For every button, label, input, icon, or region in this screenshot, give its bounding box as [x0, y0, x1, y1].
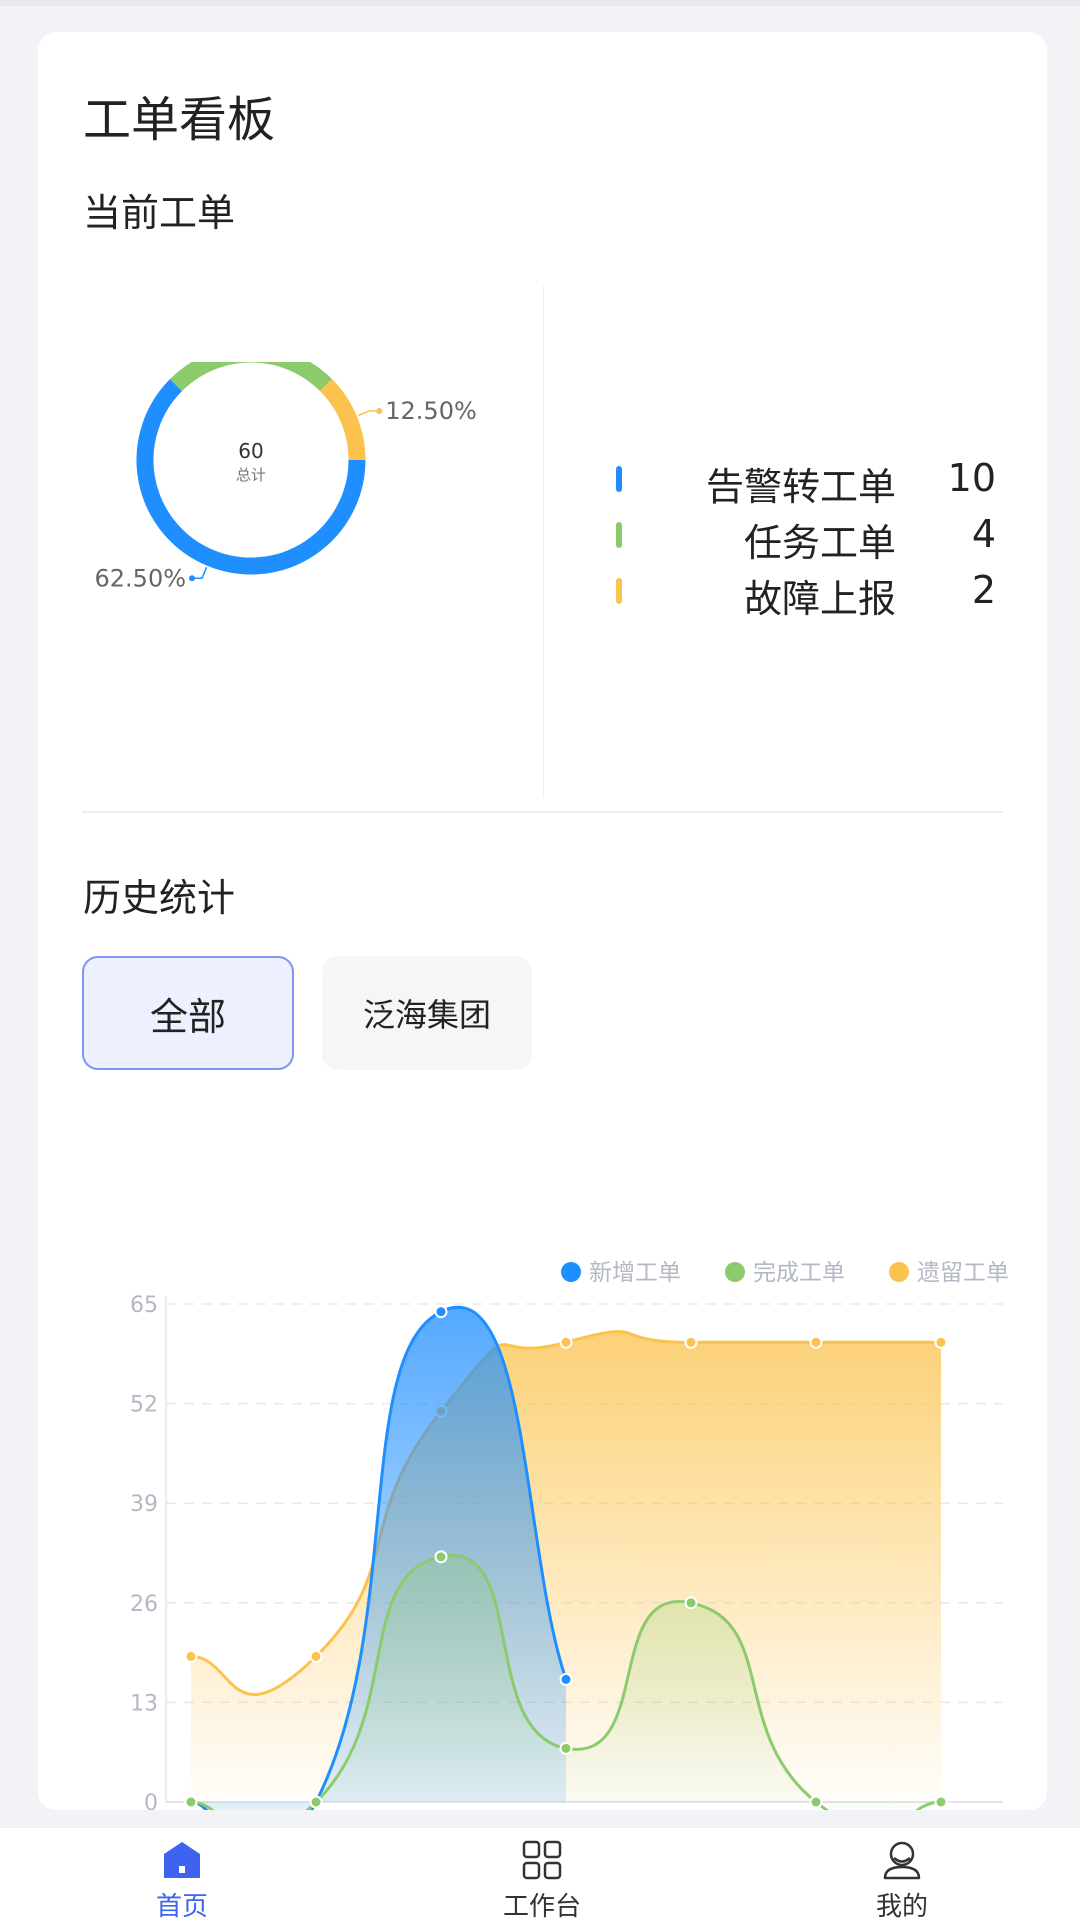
tab-me[interactable]: 我的: [802, 1828, 1002, 1920]
current-orders-title: 当前工单: [83, 191, 236, 235]
donut-total-label: 总计: [236, 466, 266, 484]
tab-home-label: 首页: [155, 1892, 208, 1920]
slice-percent-label: 62.50%: [95, 564, 187, 592]
data-point: [809, 1335, 823, 1349]
data-point: [309, 1795, 323, 1809]
legend-marker: [889, 1262, 909, 1282]
vertical-divider: [543, 286, 544, 798]
order-type-list: 告警转工单 10 任务工单 4 故障上报 2: [576, 452, 1016, 621]
dashboard-card: 工单看板 当前工单 62.50%25%12.50%60总计 告警转工单 10 任…: [38, 32, 1047, 1810]
color-marker: [616, 578, 622, 604]
tab-me-label: 我的: [875, 1892, 928, 1920]
legend-marker: [725, 1262, 745, 1282]
data-point: [684, 1335, 698, 1349]
data-point: [559, 1335, 573, 1349]
data-point: [184, 1795, 198, 1809]
order-type-row: 任务工单 4: [576, 508, 1016, 565]
data-point: [684, 1596, 698, 1610]
legend-label: 新增工单: [589, 1260, 681, 1286]
data-point: [934, 1795, 948, 1809]
donut-slice: [170, 345, 332, 392]
y-tick-label: 65: [130, 1293, 158, 1318]
data-point: [559, 1672, 573, 1686]
slice-percent-label: 12.50%: [385, 397, 477, 425]
donut-chart: 62.50%25%12.50%60总计: [88, 318, 528, 682]
section-divider: [82, 811, 1003, 813]
order-type-name: 任务工单: [743, 521, 896, 565]
data-point: [809, 1795, 823, 1809]
order-type-row: 告警转工单 10: [576, 452, 1016, 509]
label-dot: [189, 575, 196, 582]
label-leader: [357, 410, 380, 417]
filter-fanhai-group-button[interactable]: 泛海集团: [322, 956, 532, 1070]
order-type-name: 告警转工单: [705, 465, 896, 509]
tab-home[interactable]: 首页: [82, 1828, 282, 1920]
data-point: [434, 1305, 448, 1319]
history-stats-title: 历史统计: [83, 876, 236, 920]
data-point: [559, 1741, 573, 1755]
order-type-row: 故障上报 2: [576, 564, 1016, 621]
home-icon: [164, 1842, 200, 1878]
label-dot: [376, 408, 383, 415]
bottom-tab-bar: 首页 工作台 我的: [0, 1827, 1080, 1920]
legend-label: 完成工单: [753, 1260, 845, 1286]
y-tick-label: 0: [144, 1791, 158, 1810]
y-tick-label: 13: [130, 1691, 158, 1716]
data-point: [309, 1649, 323, 1663]
data-point: [434, 1550, 448, 1564]
order-type-count: 2: [971, 568, 996, 612]
grid-icon: [522, 1840, 562, 1880]
donut-slice: [319, 379, 366, 461]
order-type-count: 10: [947, 456, 996, 500]
color-marker: [616, 466, 622, 492]
user-icon: [883, 1841, 921, 1880]
filter-all-button[interactable]: 全部: [82, 956, 294, 1070]
tab-workbench-label: 工作台: [502, 1892, 581, 1920]
y-tick-label: 39: [130, 1492, 158, 1517]
y-tick-label: 52: [130, 1393, 158, 1418]
data-point: [184, 1649, 198, 1663]
legend-label: 遗留工单: [917, 1260, 1009, 1286]
donut-total-value: 60: [238, 439, 263, 463]
color-marker: [616, 522, 622, 548]
history-line-chart: 0132639526508-0308-0408-0508-0608-0708-0…: [38, 1192, 1047, 1810]
order-type-name: 故障上报: [743, 577, 896, 621]
page-title: 工单看板: [83, 92, 276, 148]
order-type-count: 4: [971, 512, 996, 556]
y-tick-label: 26: [130, 1592, 158, 1617]
legend-marker: [561, 1262, 581, 1282]
data-point: [934, 1335, 948, 1349]
tab-workbench[interactable]: 工作台: [442, 1828, 642, 1920]
top-divider: [0, 0, 1080, 6]
